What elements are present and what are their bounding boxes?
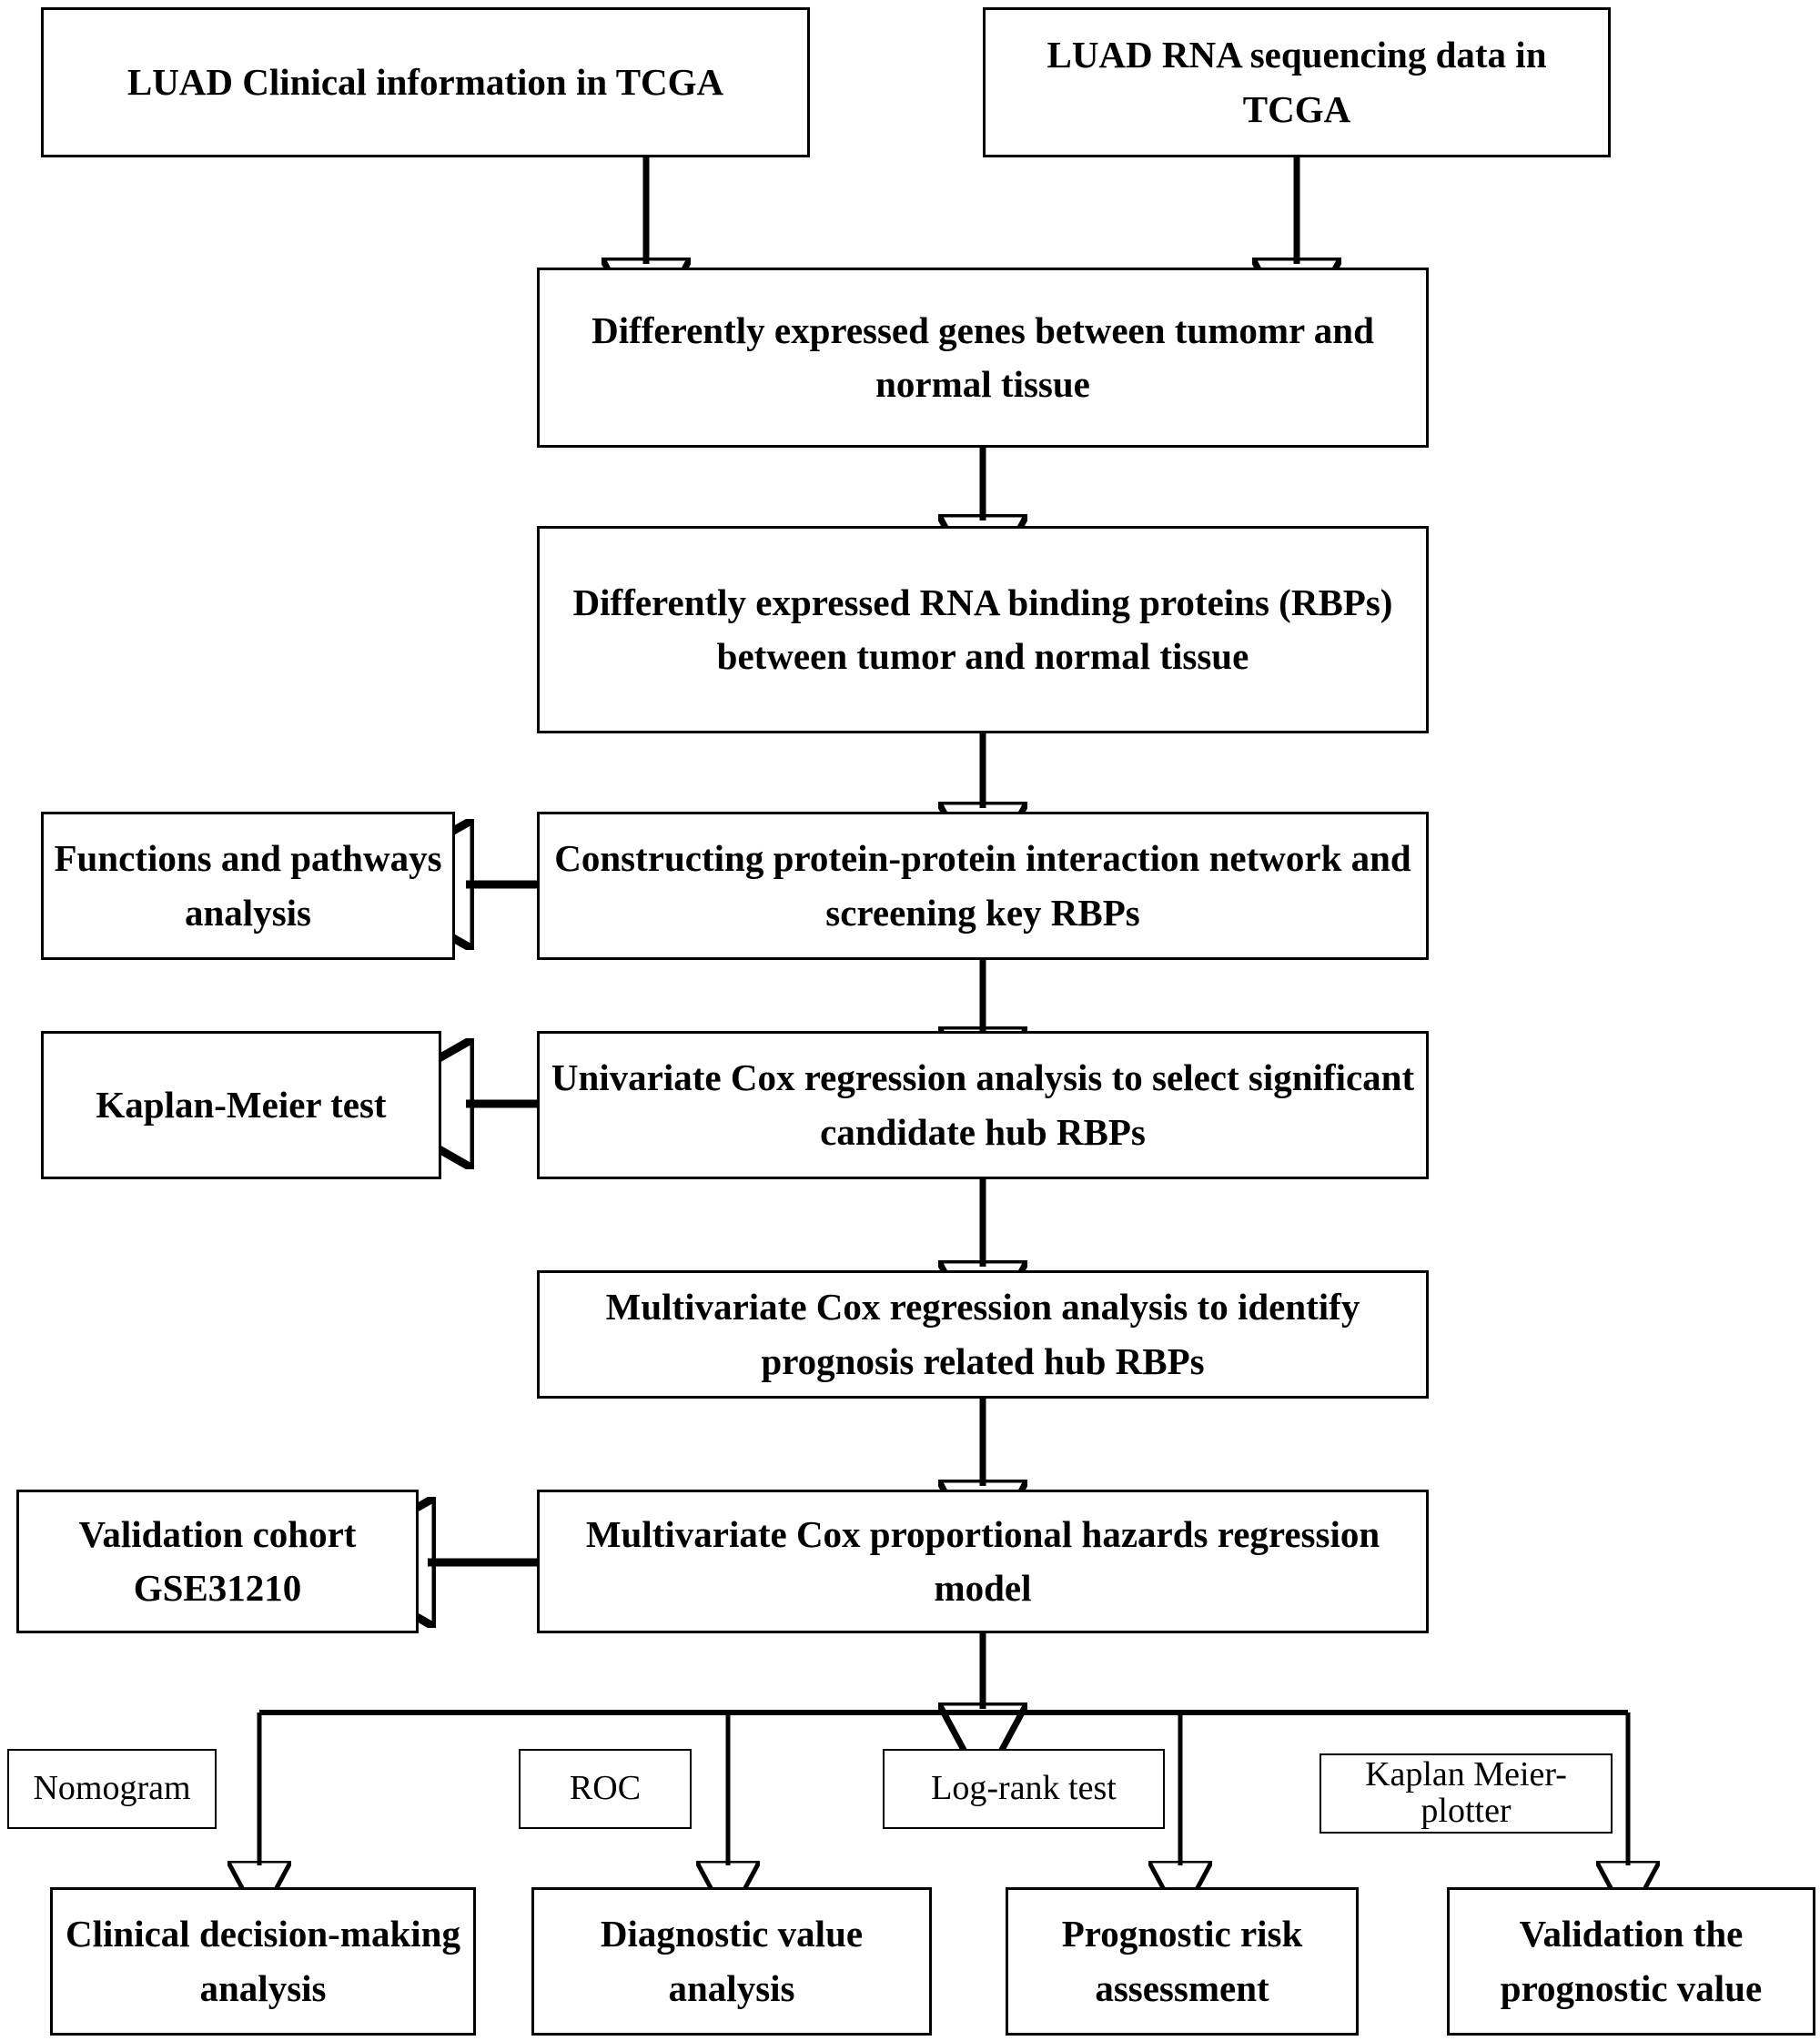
node-validation-cohort-label: Validation cohort GSE31210 <box>78 1512 357 1609</box>
node-kaplan-meier-plotter[interactable]: Kaplan Meier-plotter <box>1320 1753 1613 1834</box>
node-cox-proportional-hazards-model-label: Multivariate Cox proportional hazards re… <box>585 1512 1380 1609</box>
node-log-rank-test[interactable]: Log-rank test <box>883 1749 1165 1829</box>
node-clinical-information[interactable]: LUAD Clinical information in TCGA <box>41 7 810 157</box>
node-functions-pathways-analysis[interactable]: Functions and pathways analysis <box>41 812 455 960</box>
node-ppi-network-label: Constructing protein-protein interaction… <box>554 837 1411 934</box>
node-differently-expressed-genes[interactable]: Differently expressed genes between tumo… <box>537 268 1429 448</box>
node-validation-cohort[interactable]: Validation cohort GSE31210 <box>16 1490 419 1633</box>
flowchart-canvas: LUAD Clinical information in TCGA LUAD R… <box>0 0 1820 2041</box>
node-differently-expressed-rbps[interactable]: Differently expressed RNA binding protei… <box>537 526 1429 733</box>
node-nomogram-label: Nomogram <box>33 1769 191 1808</box>
node-cox-proportional-hazards-model[interactable]: Multivariate Cox proportional hazards re… <box>537 1490 1429 1633</box>
node-univariate-cox-regression[interactable]: Univariate Cox regression analysis to se… <box>537 1031 1429 1179</box>
node-multivariate-cox-regression[interactable]: Multivariate Cox regression analysis to … <box>537 1270 1429 1399</box>
node-prognostic-risk-assessment[interactable]: Prognostic risk assessment <box>1006 1887 1359 2036</box>
node-ppi-network[interactable]: Constructing protein-protein interaction… <box>537 812 1429 960</box>
node-differently-expressed-rbps-label: Differently expressed RNA binding protei… <box>572 581 1393 677</box>
node-functions-pathways-analysis-label: Functions and pathways analysis <box>54 837 442 934</box>
node-log-rank-test-label: Log-rank test <box>931 1769 1117 1808</box>
node-validation-the-prognostic-value[interactable]: Validation the prognostic value <box>1447 1887 1815 2036</box>
node-clinical-information-label: LUAD Clinical information in TCGA <box>126 60 724 103</box>
node-kaplan-meier-plotter-label: Kaplan Meier-plotter <box>1365 1755 1567 1830</box>
node-rna-sequencing-data-label: LUAD RNA sequencing data in TCGA <box>1046 34 1547 130</box>
node-diagnostic-value-analysis-label: Diagnostic value analysis <box>600 1913 864 2009</box>
node-univariate-cox-regression-label: Univariate Cox regression analysis to se… <box>551 1056 1415 1153</box>
node-differently-expressed-genes-label: Differently expressed genes between tumo… <box>592 308 1374 405</box>
node-validation-the-prognostic-value-label: Validation the prognostic value <box>1500 1913 1763 2009</box>
node-clinical-decision-making-analysis-label: Clinical decision-making analysis <box>66 1913 460 2009</box>
node-nomogram[interactable]: Nomogram <box>7 1749 217 1829</box>
node-diagnostic-value-analysis[interactable]: Diagnostic value analysis <box>531 1887 932 2036</box>
node-prognostic-risk-assessment-label: Prognostic risk assessment <box>1061 1913 1303 2009</box>
node-roc[interactable]: ROC <box>519 1749 692 1829</box>
node-multivariate-cox-regression-label: Multivariate Cox regression analysis to … <box>605 1286 1360 1382</box>
node-roc-label: ROC <box>569 1769 642 1808</box>
node-kaplan-meier-test-label: Kaplan-Meier test <box>96 1083 387 1126</box>
node-clinical-decision-making-analysis[interactable]: Clinical decision-making analysis <box>50 1887 476 2036</box>
node-rna-sequencing-data[interactable]: LUAD RNA sequencing data in TCGA <box>983 7 1611 157</box>
node-kaplan-meier-test[interactable]: Kaplan-Meier test <box>41 1031 441 1179</box>
